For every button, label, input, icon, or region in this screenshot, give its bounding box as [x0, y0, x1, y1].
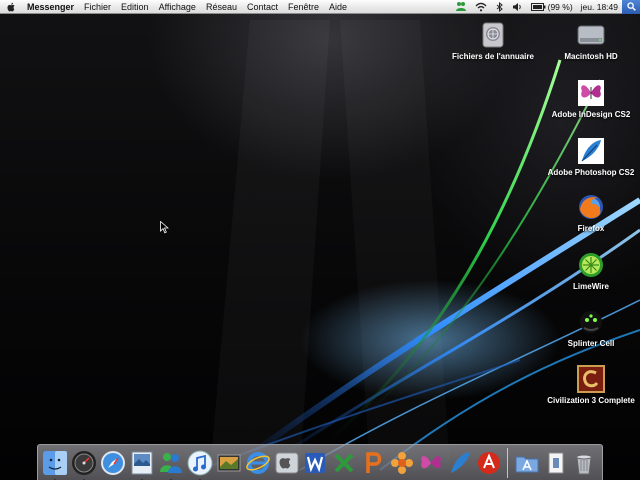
battery-icon: [530, 2, 546, 11]
apple-menu-icon[interactable]: [0, 2, 22, 12]
clock-text: jeu. 18:49: [580, 1, 618, 12]
dashboard-icon: [72, 450, 97, 475]
menu-fichier[interactable]: Fichier: [79, 0, 116, 14]
menu-edition[interactable]: Edition: [116, 0, 154, 14]
dock-photoshop[interactable]: [446, 449, 474, 477]
menu-reseau[interactable]: Réseau: [201, 0, 242, 14]
acrobat-icon: [477, 451, 500, 474]
dock-indesign[interactable]: [417, 449, 445, 477]
desktop-icon-label: Firefox: [577, 224, 605, 233]
desktop-icon-limewire[interactable]: LimeWire: [545, 250, 637, 291]
limewire-icon: [576, 250, 606, 280]
trash-icon: [576, 454, 593, 474]
desktop-icon-label: Adobe InDesign CS2: [551, 110, 631, 119]
dock-preview[interactable]: [128, 449, 156, 480]
dock-excel[interactable]: [330, 449, 358, 477]
dock-document[interactable]: [542, 449, 570, 477]
desktop-icon-photoshop[interactable]: Adobe Photoshop CS2: [545, 136, 637, 177]
desktop-icon-splinter-cell[interactable]: Splinter Cell: [545, 307, 637, 348]
splinter-cell-icon: [576, 307, 606, 337]
desktop-icon-label: LimeWire: [573, 282, 609, 291]
menu-bar: Messenger Fichier Edition Affichage Rése…: [0, 0, 640, 14]
document-icon: [548, 452, 564, 473]
safari-icon: [101, 450, 126, 475]
wifi-icon[interactable]: [471, 0, 491, 14]
excel-icon: [334, 453, 354, 472]
finder-icon: [43, 450, 68, 475]
dock-finder[interactable]: [42, 449, 70, 480]
desktop-icon-label: Fichiers de l'annuaire: [452, 52, 534, 61]
dock-messenger[interactable]: [157, 449, 185, 480]
volume-icon[interactable]: [508, 0, 527, 14]
dock-flower-app[interactable]: [388, 449, 416, 477]
wallpaper-swoosh: [199, 59, 640, 473]
powerpoint-icon: [366, 451, 382, 473]
desktop-icon-label: Splinter Cell: [567, 339, 615, 348]
photoshop-dock-icon: [450, 451, 470, 473]
menu-affichage[interactable]: Affichage: [154, 0, 201, 14]
iphoto-icon: [217, 454, 241, 471]
mouse-cursor-icon: [160, 220, 170, 239]
desktop-icon-annuaire[interactable]: Fichiers de l'annuaire: [447, 20, 539, 61]
dock-itunes[interactable]: [186, 449, 214, 480]
dock: [37, 444, 603, 480]
network-drive-icon: [478, 20, 508, 50]
osx-icon: [275, 452, 299, 473]
menu-contact[interactable]: Contact: [242, 0, 283, 14]
menubar-clock[interactable]: jeu. 18:49: [577, 0, 622, 14]
flower-icon: [391, 451, 414, 474]
civilization-icon: [576, 364, 606, 394]
desktop-icon-civilization[interactable]: Civilization 3 Complete: [545, 364, 637, 405]
menu-extras: (99 %) jeu. 18:49: [451, 0, 640, 14]
photoshop-feather-icon: [576, 136, 606, 166]
desktop-icon-firefox[interactable]: Firefox: [545, 192, 637, 233]
desktop-icon-indesign[interactable]: Adobe InDesign CS2: [545, 78, 637, 119]
ie-icon: [245, 451, 270, 474]
dock-separator: [507, 447, 509, 478]
messenger-icon: [160, 452, 182, 473]
dock-trash[interactable]: [571, 449, 599, 477]
firefox-icon: [576, 192, 606, 222]
menu-aide[interactable]: Aide: [324, 0, 352, 14]
hard-drive-icon: [576, 20, 606, 50]
spotlight-icon[interactable]: [622, 0, 640, 14]
dock-osx[interactable]: [273, 449, 301, 477]
messenger-status-icon[interactable]: [451, 0, 471, 14]
preview-icon: [131, 451, 153, 474]
battery-status[interactable]: (99 %): [527, 0, 577, 14]
dock-iphoto[interactable]: [215, 449, 243, 477]
bluetooth-icon[interactable]: [491, 0, 508, 14]
indesign-butterfly-icon: [576, 78, 606, 108]
dock-acrobat[interactable]: [475, 449, 503, 477]
dock-internet-explorer[interactable]: [244, 449, 272, 477]
itunes-icon: [187, 450, 213, 475]
menu-app-name[interactable]: Messenger: [22, 0, 79, 14]
dock-safari[interactable]: [99, 449, 127, 477]
dock-word[interactable]: [302, 449, 330, 477]
applications-folder-icon: [515, 456, 539, 472]
word-icon: [305, 452, 326, 473]
dock-dashboard[interactable]: [70, 449, 98, 480]
desktop-icon-label: Civilization 3 Complete: [547, 396, 635, 405]
indesign-dock-icon: [421, 455, 441, 468]
desktop-icon-label: Macintosh HD: [564, 52, 618, 61]
dock-powerpoint[interactable]: [359, 449, 387, 477]
menu-fenetre[interactable]: Fenêtre: [283, 0, 324, 14]
battery-percent: (99 %): [547, 1, 573, 12]
desktop[interactable]: Messenger Fichier Edition Affichage Rése…: [0, 0, 640, 480]
dock-applications-folder[interactable]: [513, 449, 541, 477]
desktop-icon-macintosh-hd[interactable]: Macintosh HD: [545, 20, 637, 61]
desktop-icon-label: Adobe Photoshop CS2: [547, 168, 635, 177]
